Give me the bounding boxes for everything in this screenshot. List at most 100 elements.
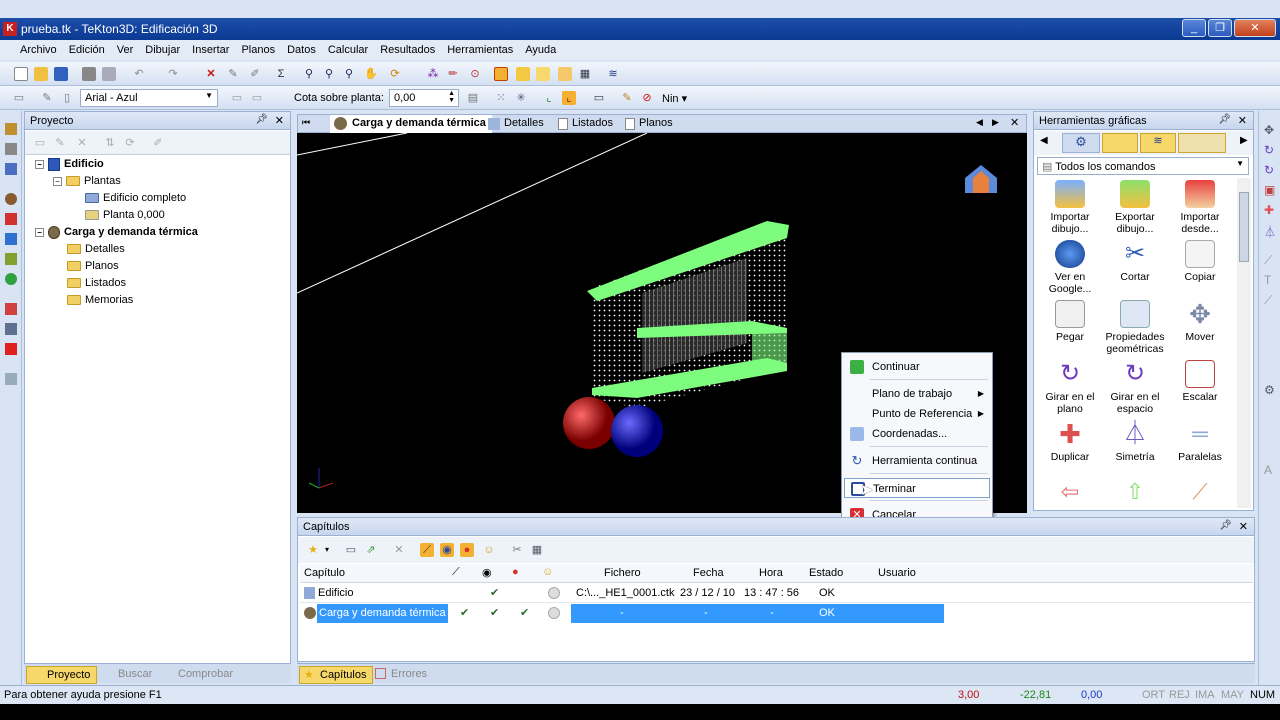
tab-proyecto[interactable]: Proyecto	[26, 666, 98, 684]
refresh-icon[interactable]: ⟳	[123, 136, 137, 150]
tool-more-3[interactable]: ⟋	[1167, 478, 1233, 509]
star-icon[interactable]: ★	[306, 543, 320, 557]
import-chapter-icon[interactable]: ⇗	[364, 543, 378, 557]
panel-close-icon[interactable]: ✕	[1239, 520, 1248, 533]
line-tool-icon[interactable]: ⟋	[1264, 253, 1272, 268]
status-ort[interactable]: ORT	[1142, 689, 1165, 701]
tool-layer-icon[interactable]	[5, 143, 17, 155]
collapse-icon[interactable]: −	[53, 176, 62, 186]
tool-ver-google[interactable]: Ver en Google...	[1037, 240, 1103, 295]
paste-format-icon[interactable]: ▭	[250, 91, 264, 105]
category-layers-tab[interactable]: ≋	[1140, 133, 1176, 153]
edit-icon[interactable]: ✎	[226, 67, 240, 81]
tree-node-memorias[interactable]: Memorias	[67, 292, 133, 309]
undo-icon[interactable]: ↶	[132, 67, 146, 81]
layers-icon[interactable]: ⁂	[426, 67, 440, 81]
panel-close-icon[interactable]: ✕	[275, 114, 284, 127]
smiley-icon[interactable]: ☺	[482, 543, 496, 557]
pin-icon[interactable]: 📌︎	[1219, 520, 1232, 531]
tree-node-planos[interactable]: Planos	[67, 258, 119, 275]
tree-node-carga[interactable]: − Carga y demanda térmica	[35, 224, 198, 241]
text-a-icon[interactable]: A	[1264, 463, 1272, 477]
copy-format-icon[interactable]: ▭	[230, 91, 244, 105]
row-check-2[interactable]: ✔	[490, 606, 499, 619]
col-eye-icon[interactable]: ◉	[482, 566, 492, 579]
tab-buscar[interactable]: Buscar	[98, 666, 158, 684]
eye-icon[interactable]: ◉	[440, 543, 454, 557]
menu-item-herramienta-continua[interactable]: ↻ Herramienta continua	[844, 451, 990, 471]
new-chapter-icon[interactable]: ▭	[344, 543, 358, 557]
col-fichero[interactable]: Fichero	[604, 567, 641, 579]
pin-icon[interactable]: 📌︎	[255, 114, 268, 125]
view-3d-icon[interactable]	[494, 67, 508, 81]
print-icon[interactable]	[82, 67, 96, 81]
col-smiley-icon[interactable]: ☺	[542, 566, 553, 578]
col-link-icon[interactable]: ⟋	[452, 566, 460, 579]
rotate-view-icon[interactable]: ⟳	[388, 67, 402, 81]
tool-propiedades[interactable]: Propiedades geométricas	[1102, 300, 1168, 355]
ortho-icon[interactable]: ⌞	[542, 91, 556, 105]
status-num[interactable]: NUM	[1250, 689, 1275, 701]
duplicate-tool-icon[interactable]: ✚	[1264, 203, 1274, 217]
tool-importar-desde[interactable]: Importar desde...	[1167, 180, 1233, 235]
zoom-icon[interactable]: ⚲	[302, 67, 316, 81]
tool-pipe-icon[interactable]	[5, 303, 17, 315]
tool-extinguisher-icon[interactable]	[5, 343, 17, 355]
properties-icon[interactable]: ✐	[151, 136, 165, 150]
col-hora[interactable]: Hora	[759, 567, 783, 579]
angle-icon[interactable]: ⌞	[562, 91, 576, 105]
category-other-tab[interactable]	[1178, 133, 1226, 153]
edit-node-icon[interactable]: ✎	[53, 136, 67, 150]
tools-icon[interactable]: ✂	[510, 543, 524, 557]
rotate-tool-icon[interactable]: ↻	[1264, 143, 1274, 157]
tab-comprobar[interactable]: Comprobar	[158, 666, 239, 684]
collapse-icon[interactable]: −	[35, 159, 44, 169]
menu-planos[interactable]: Planos	[235, 44, 281, 56]
table-row[interactable]: Edificio ✔ C:\..._HE1_0001.ctk 23 / 12 /…	[300, 584, 1253, 603]
measure-icon[interactable]: ▭	[592, 91, 606, 105]
level-icon[interactable]: ▤	[466, 91, 480, 105]
menu-archivo[interactable]: Archivo	[14, 44, 63, 56]
col-usuario[interactable]: Usuario	[878, 567, 916, 579]
menu-insertar[interactable]: Insertar	[186, 44, 235, 56]
tool-girar-plano[interactable]: ↻ Girar en el plano	[1037, 360, 1103, 415]
menu-resultados[interactable]: Resultados	[374, 44, 441, 56]
tool-copiar[interactable]: Copiar	[1167, 240, 1233, 283]
calc-icon[interactable]: ●	[460, 543, 474, 557]
tab-prev-icon[interactable]: ◀	[976, 117, 983, 128]
star-dropdown-icon[interactable]: ▾	[320, 543, 334, 557]
tool-paralelas[interactable]: ═ Paralelas	[1167, 420, 1233, 463]
brush-icon[interactable]: ✐	[248, 67, 262, 81]
mirror-tool-icon[interactable]: ⏃	[1264, 223, 1276, 240]
tools-scrollbar[interactable]	[1237, 178, 1251, 508]
cota-input[interactable]: 0,00 ▲ ▼	[389, 89, 459, 107]
tool-misc-icon[interactable]	[5, 373, 17, 385]
tree-node-planta[interactable]: Planta 0,000	[85, 207, 165, 224]
snap-grid-icon[interactable]: ✳	[514, 91, 528, 105]
tree-node-edificio[interactable]: − Edificio	[35, 156, 104, 173]
view-front-icon[interactable]	[536, 67, 550, 81]
menu-dibujar[interactable]: Dibujar	[139, 44, 186, 56]
tab-next-icon[interactable]: ▶	[992, 117, 999, 128]
zoom-out-icon[interactable]: ⚲	[342, 67, 356, 81]
tool-wall-icon[interactable]	[5, 163, 17, 175]
menu-ayuda[interactable]: Ayuda	[519, 44, 562, 56]
pin-icon[interactable]: 📌︎	[1218, 114, 1231, 125]
tool-terrain-icon[interactable]	[5, 253, 17, 265]
delete-node-icon[interactable]: ✕	[75, 136, 89, 150]
tool-more-1[interactable]: ⇦	[1037, 478, 1103, 509]
pencil-icon[interactable]: ✏	[446, 67, 460, 81]
row-check-2[interactable]: ✔	[490, 586, 499, 599]
category-gear-tab[interactable]: ⚙	[1062, 133, 1100, 153]
menu-item-continuar[interactable]: Continuar	[844, 357, 990, 377]
row-check-3[interactable]: ✔	[520, 606, 529, 619]
settings-tool-icon[interactable]: ⚙	[1264, 383, 1275, 397]
col-capitulo[interactable]: Capítulo	[304, 567, 345, 579]
collapse-icon[interactable]: −	[35, 227, 44, 237]
maximize-button[interactable]: ❐	[1208, 19, 1232, 37]
menu-item-coordenadas[interactable]: Coordenadas...	[844, 424, 990, 444]
menu-calcular[interactable]: Calcular	[322, 44, 374, 56]
draw-icon[interactable]: ✎	[40, 91, 54, 105]
delete-icon[interactable]: ✕	[204, 67, 218, 81]
new-icon[interactable]	[14, 67, 28, 81]
